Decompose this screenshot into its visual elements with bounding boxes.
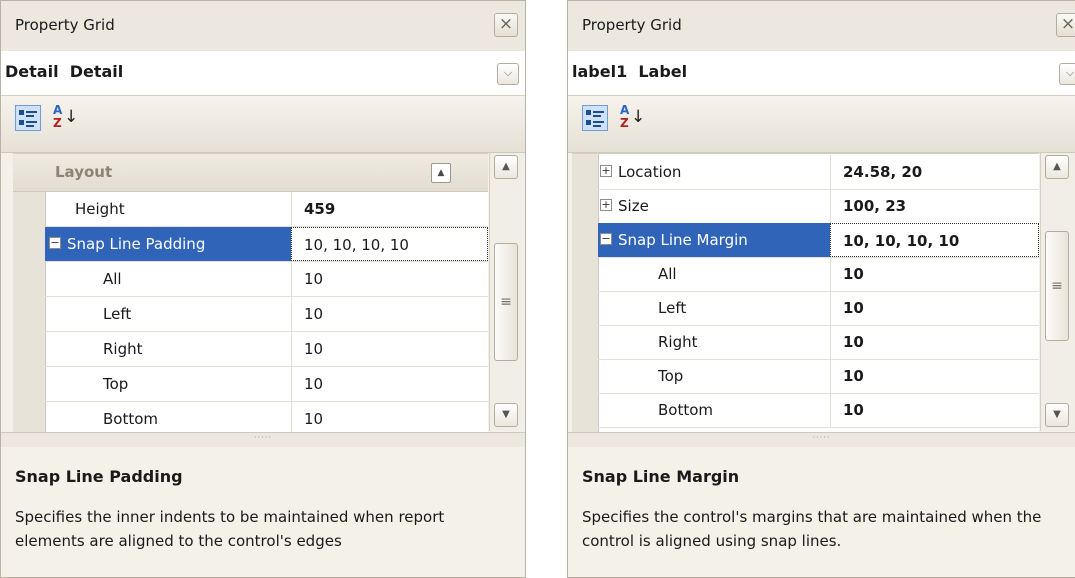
property-row-location[interactable]: + Location 24.58, 20 <box>598 155 1039 190</box>
alphabetical-sort-icon[interactable]: A Z ↓ <box>53 103 79 133</box>
scroll-down-icon[interactable]: ▼ <box>1045 403 1069 427</box>
scroll-down-icon[interactable]: ▼ <box>494 403 518 427</box>
property-name: Snap Line Margin <box>618 231 748 249</box>
property-row-top[interactable]: Top 10 <box>598 359 1039 394</box>
description-panel: Snap Line Margin Specifies the control's… <box>568 447 1075 577</box>
property-name: Height <box>75 200 125 218</box>
categorized-view-icon[interactable] <box>15 105 41 131</box>
scroll-up-icon[interactable]: ▲ <box>1045 155 1069 179</box>
panel-title: Property Grid <box>582 16 682 34</box>
property-grid-panel-left: Property Grid × Detail Detail ⌵ A Z ↓ Layo… <box>0 0 526 578</box>
scroll-thumb[interactable]: ≡ <box>494 243 518 361</box>
property-value[interactable]: 10 <box>830 257 1039 291</box>
property-row-size[interactable]: + Size 100, 23 <box>598 189 1039 224</box>
expand-icon[interactable]: + <box>600 199 612 211</box>
property-name: Right <box>103 340 143 358</box>
property-name: Left <box>103 305 132 323</box>
property-name: Size <box>618 197 649 215</box>
property-row-left[interactable]: Left 10 <box>45 297 488 332</box>
object-selector[interactable]: Detail Detail ⌵ <box>1 51 525 96</box>
description-panel: Snap Line Padding Specifies the inner in… <box>1 447 525 577</box>
description-text: Specifies the inner indents to be mainta… <box>15 508 445 550</box>
property-value[interactable]: 10 <box>830 291 1039 325</box>
property-row-top[interactable]: Top 10 <box>45 367 488 402</box>
property-value[interactable]: 10 <box>830 359 1039 393</box>
chevron-down-icon[interactable]: ⌵ <box>497 63 519 85</box>
alphabetical-sort-icon[interactable]: A Z ↓ <box>620 103 646 133</box>
description-splitter[interactable]: ····· <box>568 432 1075 448</box>
property-value[interactable]: 10 <box>291 367 488 401</box>
property-name: Snap Line Padding <box>67 235 206 253</box>
property-value[interactable]: 10 <box>830 325 1039 359</box>
description-splitter[interactable]: ····· <box>1 432 525 448</box>
property-row-all[interactable]: All 10 <box>45 262 488 297</box>
property-row-snap-line-padding[interactable]: − Snap Line Padding 10, 10, 10, 10 <box>45 227 488 262</box>
property-row-left[interactable]: Left 10 <box>598 291 1039 326</box>
description-title: Snap Line Padding <box>15 467 183 486</box>
collapse-icon[interactable]: − <box>49 237 61 249</box>
property-value[interactable]: 10, 10, 10, 10 <box>830 223 1039 257</box>
vertical-scrollbar[interactable]: ▲ ≡ ▼ <box>1040 153 1075 431</box>
property-row-bottom[interactable]: Bottom 10 <box>598 393 1039 428</box>
property-name: Bottom <box>103 410 159 428</box>
row-gutter <box>572 154 599 432</box>
property-grid: Layout ▲ Height 459 − Snap Line Padding … <box>13 153 488 432</box>
property-name: Location <box>618 163 682 181</box>
close-icon[interactable]: × <box>1056 13 1075 37</box>
property-name: Bottom <box>658 401 714 419</box>
scroll-thumb[interactable]: ≡ <box>1045 231 1069 341</box>
panel-title-bar: Property Grid × <box>1 1 525 52</box>
property-name: Right <box>658 333 698 351</box>
object-selector[interactable]: label1 Label ⌵ <box>568 51 1075 96</box>
property-value[interactable]: 10 <box>830 393 1039 427</box>
property-value[interactable]: 10, 10, 10, 10 <box>291 227 488 261</box>
property-value[interactable]: 10 <box>291 297 488 331</box>
property-value[interactable]: 459 <box>291 192 488 226</box>
property-grid: + Location 24.58, 20 + Size 100, 23 − Sn… <box>572 153 1039 432</box>
property-value[interactable]: 10 <box>291 332 488 366</box>
property-row-right[interactable]: Right 10 <box>598 325 1039 360</box>
selected-object-label: Detail Detail <box>5 62 124 81</box>
selected-name-cell: − Snap Line Margin <box>598 223 830 257</box>
property-name: All <box>103 270 122 288</box>
panel-title-bar: Property Grid × <box>568 1 1075 52</box>
row-gutter <box>13 154 46 432</box>
property-toolbar <box>1 96 525 153</box>
chevron-down-icon[interactable]: ⌵ <box>1059 63 1075 85</box>
selected-name-cell: − Snap Line Padding <box>45 227 291 261</box>
property-grid-panel-right: Property Grid × label1 Label ⌵ A Z ↓ + Loc… <box>567 0 1075 578</box>
panel-title: Property Grid <box>15 16 115 34</box>
property-name: Top <box>103 375 129 393</box>
categorized-view-icon[interactable] <box>582 105 608 131</box>
vertical-scrollbar[interactable]: ▲ ≡ ▼ <box>489 153 524 431</box>
category-label: Layout <box>55 163 113 181</box>
property-name: All <box>658 265 677 283</box>
property-row-all[interactable]: All 10 <box>598 257 1039 292</box>
property-row-height[interactable]: Height 459 <box>45 192 488 227</box>
selected-object-label: label1 Label <box>572 62 688 81</box>
collapse-category-icon[interactable]: ▲ <box>431 163 451 183</box>
description-title: Snap Line Margin <box>582 467 740 486</box>
property-value[interactable]: 10 <box>291 402 488 432</box>
expand-icon[interactable]: + <box>600 165 612 177</box>
property-value[interactable]: 24.58, 20 <box>830 155 1039 189</box>
property-row-right[interactable]: Right 10 <box>45 332 488 367</box>
collapse-icon[interactable]: − <box>600 233 612 245</box>
category-row[interactable]: Layout ▲ <box>13 154 488 192</box>
description-text: Specifies the control's margins that are… <box>582 508 1042 550</box>
close-icon[interactable]: × <box>494 13 518 37</box>
property-value[interactable]: 100, 23 <box>830 189 1039 223</box>
property-value[interactable]: 10 <box>291 262 488 296</box>
property-name: Left <box>658 299 687 317</box>
property-row-bottom[interactable]: Bottom 10 <box>45 402 488 432</box>
property-row-snap-line-margin[interactable]: − Snap Line Margin 10, 10, 10, 10 <box>598 223 1039 258</box>
property-name: Top <box>658 367 684 385</box>
scroll-up-icon[interactable]: ▲ <box>494 155 518 179</box>
